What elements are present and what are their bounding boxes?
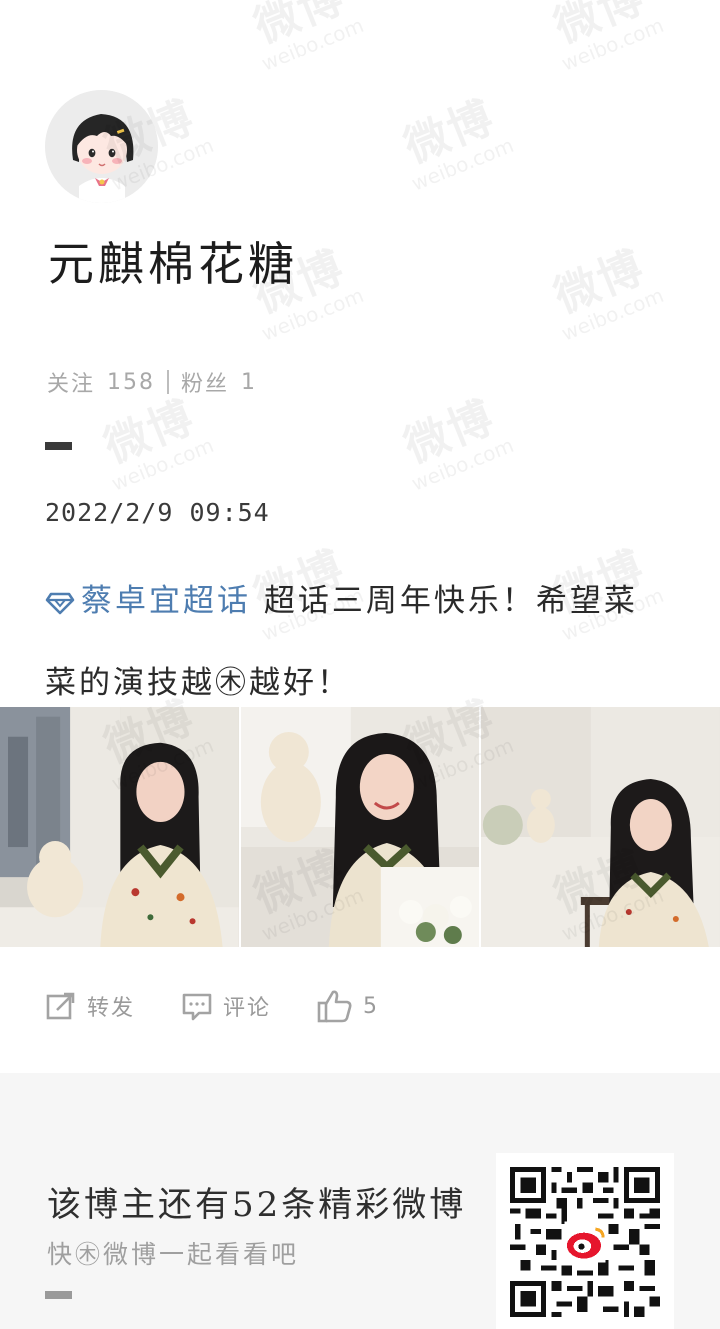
comment-icon xyxy=(182,993,212,1021)
photo-grid xyxy=(0,707,720,947)
username[interactable]: 元麒棉花糖 xyxy=(48,228,298,294)
diamond-icon xyxy=(45,566,75,644)
thumbs-up-icon xyxy=(317,990,352,1023)
post-actions: 转发 评论 5 xyxy=(45,988,425,1024)
super-topic-link[interactable]: 蔡卓宜超话 xyxy=(45,583,251,619)
watermark: 微博weibo.com xyxy=(547,0,668,76)
post-text-line1: 超话三周年快乐！希望菜 xyxy=(263,583,638,619)
stats-divider xyxy=(167,370,170,394)
watermark: 微博weibo.com xyxy=(547,241,668,346)
watermark: 微博weibo.com xyxy=(97,391,218,496)
comment-label: 评论 xyxy=(223,996,272,1021)
like-button[interactable]: 5 xyxy=(317,988,379,1024)
post-text-line2: 菜的演技越㊍越好！ xyxy=(45,665,351,701)
post-timestamp: 2022/2/9 09:54 xyxy=(45,498,270,527)
watermark: 微博weibo.com xyxy=(397,391,518,496)
repost-button[interactable]: 转发 xyxy=(45,990,135,1022)
footer-divider-dash xyxy=(45,1291,72,1299)
followers-label[interactable]: 粉丝 xyxy=(181,366,229,398)
repost-icon xyxy=(46,992,75,1020)
comment-button[interactable]: 评论 xyxy=(181,990,271,1022)
post-photo-1[interactable] xyxy=(0,707,239,947)
repost-label: 转发 xyxy=(87,996,136,1021)
post-text: 蔡卓宜超话 超话三周年快乐！希望菜 菜的演技越㊍越好！ xyxy=(45,562,685,722)
post-photo-2[interactable] xyxy=(240,707,480,947)
followers-count[interactable]: 1 xyxy=(241,370,257,395)
post-photo-3[interactable] xyxy=(481,707,720,947)
avatar[interactable] xyxy=(45,90,158,203)
footer-title: 该博主还有52条精彩微博 xyxy=(47,1185,467,1225)
footer-subtitle: 快㊍微博一起看看吧 xyxy=(47,1240,300,1269)
like-count: 5 xyxy=(363,993,380,1019)
watermark: 微博weibo.com xyxy=(247,0,368,76)
watermark: 微博weibo.com xyxy=(397,91,518,196)
profile-stats: 关注 158 粉丝 1 xyxy=(47,366,257,398)
qr-code[interactable] xyxy=(496,1153,674,1329)
footer-promo: 该博主还有52条精彩微博 快㊍微博一起看看吧 xyxy=(0,1073,720,1329)
following-label[interactable]: 关注 xyxy=(47,366,95,398)
divider-dash xyxy=(45,442,72,450)
super-topic-label: 蔡卓宜超话 xyxy=(81,583,251,619)
following-count[interactable]: 158 xyxy=(107,370,155,395)
